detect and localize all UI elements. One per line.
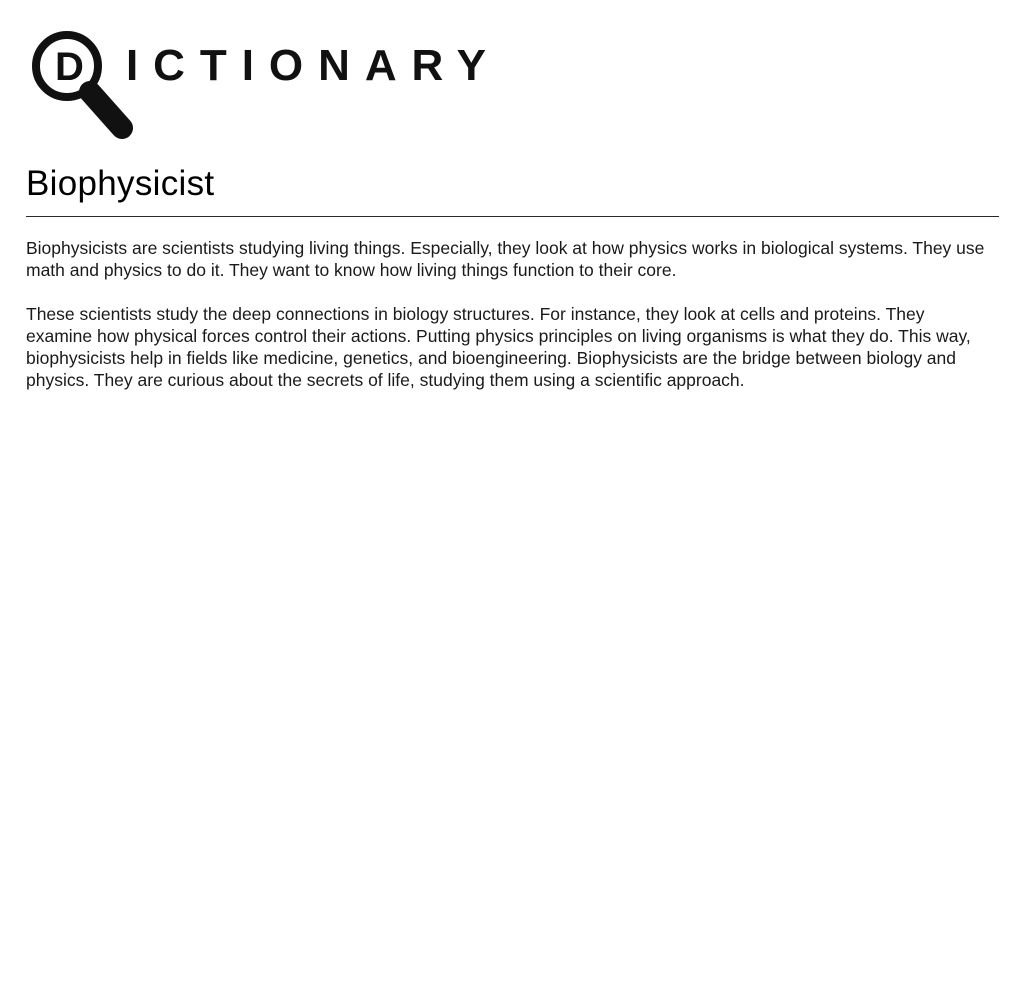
definition-paragraph: Biophysicists are scientists studying li… [26, 238, 985, 280]
magnifying-glass-icon: D ICTIONARY [32, 31, 486, 139]
svg-text:D: D [55, 45, 84, 89]
title-divider [26, 216, 999, 217]
definition-paragraph: These scientists study the deep connecti… [26, 304, 971, 390]
entry-definition: Biophysicists are scientists studying li… [26, 237, 994, 413]
dictionary-logo[interactable]: D ICTIONARY [30, 28, 490, 140]
entry-title: Biophysicist [26, 164, 215, 203]
svg-text:ICTIONARY: ICTIONARY [126, 41, 486, 90]
